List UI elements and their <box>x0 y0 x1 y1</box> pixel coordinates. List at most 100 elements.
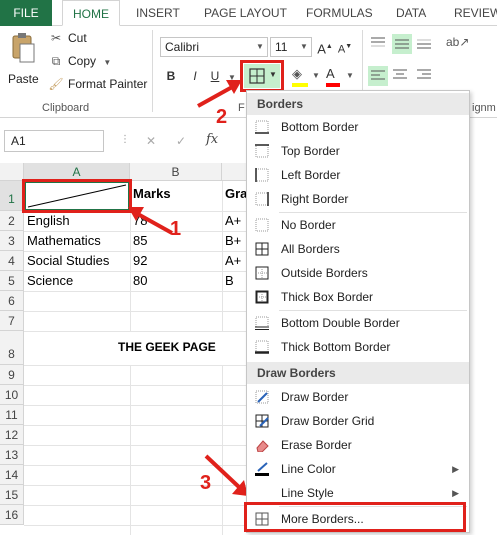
menu-item-right-border[interactable]: Right Border <box>247 187 469 211</box>
more-borders-highlight <box>244 502 466 532</box>
format-painter-label: Format Painter <box>68 77 148 91</box>
no-border-icon <box>255 218 269 232</box>
cell-c2[interactable]: A+ <box>222 213 248 228</box>
top-border-icon <box>255 144 269 158</box>
gridline <box>24 251 248 252</box>
cancel-icon[interactable]: ✕ <box>146 134 156 148</box>
cell-c5[interactable]: B <box>222 273 248 288</box>
row-header[interactable]: 16 <box>0 505 24 525</box>
menu-item-label: Thick Box Border <box>281 290 374 304</box>
cell-c3[interactable]: B+ <box>222 233 248 248</box>
cell-a3[interactable]: Mathematics <box>24 233 130 248</box>
orientation-button[interactable]: ab↗ <box>446 35 474 55</box>
menu-item-outside-borders[interactable]: Outside Borders <box>247 261 469 285</box>
copy-button[interactable]: ⧉ Copy ▼ <box>48 52 112 70</box>
row-header[interactable]: 10 <box>0 385 24 405</box>
cell-c4[interactable]: A+ <box>222 253 248 268</box>
left-border-icon <box>255 168 269 182</box>
font-color-button[interactable]: A ▼ <box>326 66 356 88</box>
menu-item-label: Right Border <box>281 192 349 206</box>
row-header[interactable]: 11 <box>0 405 24 425</box>
callout-3: 3 <box>200 472 212 494</box>
column-header-b[interactable]: B <box>130 163 222 181</box>
menu-item-bottom-double-border[interactable]: Bottom Double Border <box>247 311 469 335</box>
cell-a1-highlight <box>22 179 132 213</box>
cell-a5[interactable]: Science <box>24 273 130 288</box>
tab-file[interactable]: FILE <box>0 0 52 26</box>
cell-b5[interactable]: 80 <box>130 273 147 288</box>
cut-button[interactable]: ✂ Cut <box>48 29 87 47</box>
row-header[interactable]: 2 <box>0 211 24 231</box>
name-box[interactable]: A1 <box>4 130 104 152</box>
align-top-icon <box>371 37 385 47</box>
menu-item-label: Erase Border <box>281 438 352 452</box>
tab-page-layout[interactable]: PAGE LAYOUT <box>196 0 295 26</box>
tab-home[interactable]: HOME <box>62 0 120 26</box>
align-top-button[interactable] <box>370 36 390 54</box>
tab-insert[interactable]: INSERT <box>128 0 188 26</box>
scissors-icon: ✂ <box>50 31 62 45</box>
cell-a2[interactable]: English <box>24 213 130 228</box>
thick-bottom-border-icon <box>255 340 269 354</box>
cell-c1[interactable]: Gra <box>222 186 248 201</box>
align-bottom-button[interactable] <box>416 36 436 54</box>
menu-item-erase-border[interactable]: Erase Border <box>247 433 469 457</box>
row-header[interactable]: 9 <box>0 365 24 385</box>
menu-item-thick-box-border[interactable]: Thick Box Border <box>247 285 469 309</box>
column-header-c[interactable] <box>222 163 248 181</box>
menu-item-draw-border-grid[interactable]: Draw Border Grid <box>247 409 469 433</box>
select-all-corner[interactable] <box>0 163 24 181</box>
thick-box-border-icon <box>255 290 269 304</box>
row-header[interactable]: 14 <box>0 465 24 485</box>
menu-item-label: Bottom Double Border <box>281 316 400 330</box>
fill-color-button[interactable]: ◈ ▼ <box>292 66 320 88</box>
font-size-combo[interactable]: 11 ▼ <box>270 37 312 57</box>
tab-review[interactable]: REVIEW <box>446 0 497 26</box>
align-left-button[interactable] <box>368 66 388 86</box>
row-header[interactable]: 4 <box>0 251 24 271</box>
menu-item-left-border[interactable]: Left Border <box>247 163 469 187</box>
row-header[interactable]: 3 <box>0 231 24 251</box>
menu-item-thick-bottom-border[interactable]: Thick Bottom Border <box>247 335 469 359</box>
row-header[interactable]: 12 <box>0 425 24 445</box>
copy-label: Copy <box>68 54 97 68</box>
menu-item-bottom-border[interactable]: Bottom Border <box>247 115 469 139</box>
menu-item-draw-border[interactable]: Draw Border <box>247 385 469 409</box>
gridline <box>24 385 248 386</box>
gridline <box>24 505 248 506</box>
align-right-button[interactable] <box>416 68 436 86</box>
row-header[interactable]: 15 <box>0 485 24 505</box>
menu-item-no-border[interactable]: No Border <box>247 213 469 237</box>
shrink-font-button[interactable]: A▼ <box>336 38 354 56</box>
row-header[interactable]: 8 <box>0 331 24 365</box>
paintbrush-icon: 🖌 <box>48 77 64 91</box>
format-painter-button[interactable]: 🖌 Format Painter <box>48 75 147 93</box>
bold-button[interactable]: B <box>162 67 180 85</box>
font-name-combo[interactable]: Calibri ▼ <box>160 37 268 57</box>
row-header[interactable]: 1 <box>0 181 24 211</box>
menu-item-top-border[interactable]: Top Border <box>247 139 469 163</box>
row-header[interactable]: 6 <box>0 291 24 311</box>
row-header[interactable]: 13 <box>0 445 24 465</box>
menu-item-line-color[interactable]: Line Color ▶ <box>247 457 469 481</box>
row-header[interactable]: 7 <box>0 311 24 331</box>
row-header[interactable]: 5 <box>0 271 24 291</box>
grow-font-button[interactable]: A▲ <box>316 38 334 56</box>
cell-a4[interactable]: Social Studies <box>24 253 130 268</box>
menu-item-all-borders[interactable]: All Borders <box>247 237 469 261</box>
menu-item-label: No Border <box>281 218 336 232</box>
paste-label: Paste <box>8 72 39 86</box>
enter-icon[interactable]: ✓ <box>176 134 186 148</box>
align-center-button[interactable] <box>392 68 412 86</box>
group-divider <box>152 30 153 112</box>
align-bottom-icon <box>417 39 431 49</box>
tab-data[interactable]: DATA <box>388 0 434 26</box>
gridline <box>24 291 248 292</box>
line-color-icon <box>255 462 269 476</box>
title-cell[interactable]: THE GEEK PAGE <box>115 340 216 354</box>
align-middle-button[interactable] <box>392 34 412 54</box>
cell-b4[interactable]: 92 <box>130 253 147 268</box>
tab-formulas[interactable]: FORMULAS <box>298 0 381 26</box>
insert-function-icon[interactable]: fx <box>206 132 218 147</box>
paste-button[interactable]: Paste <box>8 32 39 94</box>
